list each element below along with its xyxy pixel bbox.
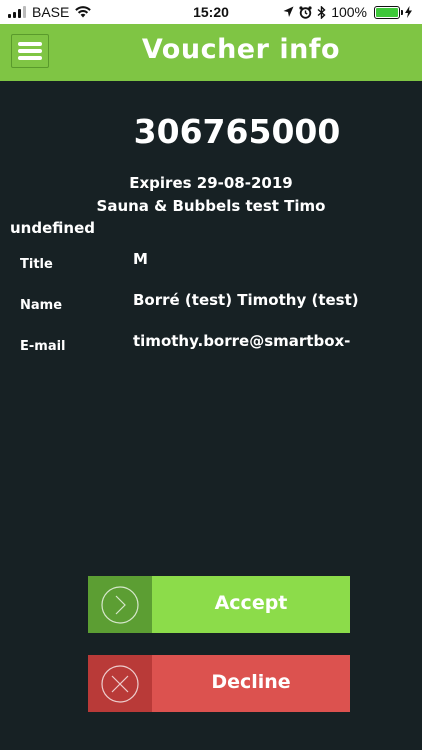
battery-icon xyxy=(374,5,403,19)
decline-button[interactable]: Decline xyxy=(88,655,350,712)
field-value-title: M xyxy=(133,250,148,268)
customer-heading: undefined xyxy=(10,219,95,237)
field-value-name: Borré (test) Timothy (test) xyxy=(133,291,359,309)
status-bar: BASE 15:20 100% xyxy=(0,0,422,24)
voucher-expires: Expires 29-08-2019 xyxy=(129,174,293,192)
field-label-email: E-mail xyxy=(20,339,66,354)
decline-label: Decline xyxy=(211,671,291,693)
chevron-right-circle-icon xyxy=(101,586,139,624)
bluetooth-icon xyxy=(317,5,326,19)
close-circle-icon xyxy=(101,665,139,703)
hamburger-menu-icon xyxy=(18,42,42,46)
accept-icon-box xyxy=(88,576,152,633)
battery-percent: 100% xyxy=(331,4,367,20)
alarm-icon xyxy=(299,5,312,19)
app-header: Voucher info xyxy=(0,24,422,81)
voucher-product: Sauna & Bubbels test Timo xyxy=(96,197,326,215)
field-label-name: Name xyxy=(20,298,63,313)
page-title: Voucher info xyxy=(141,34,341,65)
field-label-title: Title xyxy=(20,257,53,272)
status-right: 100% xyxy=(283,4,412,20)
hamburger-menu-button[interactable] xyxy=(11,34,49,68)
accept-label: Accept xyxy=(214,592,288,614)
charging-bolt-icon xyxy=(405,6,412,18)
decline-icon-box xyxy=(88,655,152,712)
voucher-code-value: 306765000 xyxy=(133,112,341,151)
location-arrow-icon xyxy=(283,6,294,17)
field-value-email: timothy.borre@smartbox- xyxy=(133,332,351,350)
accept-button[interactable]: Accept xyxy=(88,576,350,633)
voucher-code: 306765000 xyxy=(0,112,422,151)
